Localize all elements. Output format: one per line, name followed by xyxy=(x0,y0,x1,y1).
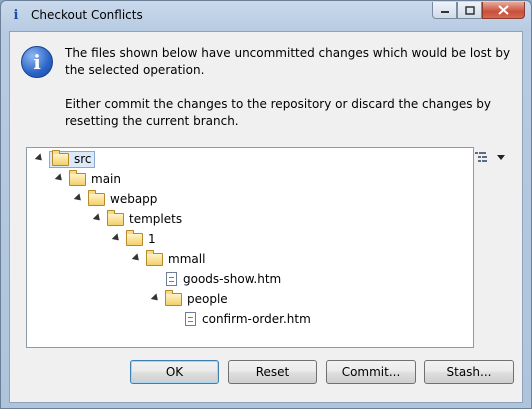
maximize-button[interactable] xyxy=(457,2,482,19)
conflict-file-tree[interactable]: src main webapp templets 1 mmall goods-s… xyxy=(26,147,474,348)
expand-arrow-icon[interactable] xyxy=(131,253,142,264)
expand-arrow-icon[interactable] xyxy=(111,233,122,244)
message-instructions: Either commit the changes to the reposit… xyxy=(65,97,491,128)
folder-icon xyxy=(88,189,105,206)
message-uncommitted: The files shown below have uncommitted c… xyxy=(65,46,511,77)
window-controls xyxy=(432,2,525,20)
information-icon: i xyxy=(21,46,53,78)
minimize-icon xyxy=(440,11,449,13)
tree-item-1[interactable]: 1 xyxy=(111,229,156,248)
tree-item-main[interactable]: main xyxy=(54,169,121,188)
view-menu-dropdown-icon[interactable] xyxy=(497,154,505,160)
ok-button[interactable]: OK xyxy=(130,360,219,384)
title-bar[interactable]: i Checkout Conflicts xyxy=(1,1,531,31)
tree-item-label: main xyxy=(91,172,121,186)
tree-item-label: people xyxy=(187,292,228,306)
tree-view-menu[interactable] xyxy=(474,149,516,165)
tree-item-webapp[interactable]: webapp xyxy=(73,189,158,208)
folder-icon xyxy=(69,169,86,186)
stash-button[interactable]: Stash... xyxy=(424,360,514,384)
tree-item-templets[interactable]: templets xyxy=(92,209,183,228)
tree-item-src[interactable]: src xyxy=(34,149,95,168)
tree-layout-icon[interactable] xyxy=(474,151,488,163)
checkout-conflicts-dialog: i Checkout Conflicts i The files shown b… xyxy=(0,0,532,409)
tree-item-label: src xyxy=(74,151,92,166)
close-button[interactable] xyxy=(482,2,525,19)
folder-icon xyxy=(52,149,69,166)
file-icon xyxy=(166,272,177,286)
dialog-content: i The files shown below have uncommitted… xyxy=(9,31,523,403)
expand-arrow-icon[interactable] xyxy=(92,213,103,224)
tree-item-label: 1 xyxy=(148,232,156,246)
expand-arrow-icon[interactable] xyxy=(73,193,84,204)
folder-icon xyxy=(107,209,124,226)
tree-item-label: goods-show.htm xyxy=(183,272,282,286)
tree-item-label: confirm-order.htm xyxy=(202,312,311,326)
expand-arrow-icon[interactable] xyxy=(150,293,161,304)
tree-item-people[interactable]: people xyxy=(150,289,228,308)
reset-button[interactable]: Reset xyxy=(228,360,317,384)
commit-button[interactable]: Commit... xyxy=(326,360,416,384)
tree-item-mmall[interactable]: mmall xyxy=(131,249,206,268)
window-title: Checkout Conflicts xyxy=(31,8,143,22)
file-icon xyxy=(185,312,196,326)
expand-arrow-icon[interactable] xyxy=(54,173,65,184)
close-icon xyxy=(498,5,509,15)
info-title-icon: i xyxy=(13,8,19,23)
maximize-icon xyxy=(464,5,475,15)
tree-item-label: mmall xyxy=(168,252,206,266)
folder-icon xyxy=(126,229,143,246)
tree-item-goods-show[interactable]: goods-show.htm xyxy=(166,270,281,288)
selected-item: src xyxy=(49,149,95,168)
tree-item-label: webapp xyxy=(110,192,158,206)
folder-icon xyxy=(146,249,163,266)
folder-icon xyxy=(165,289,182,306)
expand-arrow-icon[interactable] xyxy=(34,153,45,164)
tree-item-label: templets xyxy=(129,212,183,226)
tree-item-confirm-order[interactable]: confirm-order.htm xyxy=(185,310,311,328)
minimize-button[interactable] xyxy=(432,2,457,19)
